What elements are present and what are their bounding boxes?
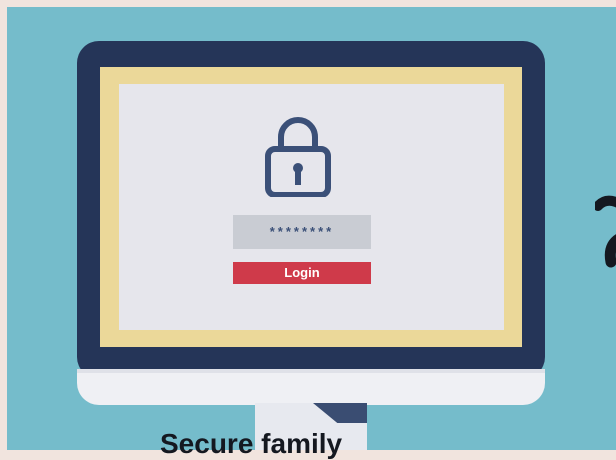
partial-glyph-icon [595, 195, 616, 268]
monitor-chin [77, 369, 545, 405]
padlock-icon [265, 117, 331, 197]
monitor-chin-divider [77, 369, 545, 373]
illustration-scene: ******** Login [7, 7, 616, 450]
caption-text: Secure family [160, 428, 343, 459]
password-field[interactable]: ******** [233, 215, 371, 249]
login-button[interactable]: Login [233, 262, 371, 284]
